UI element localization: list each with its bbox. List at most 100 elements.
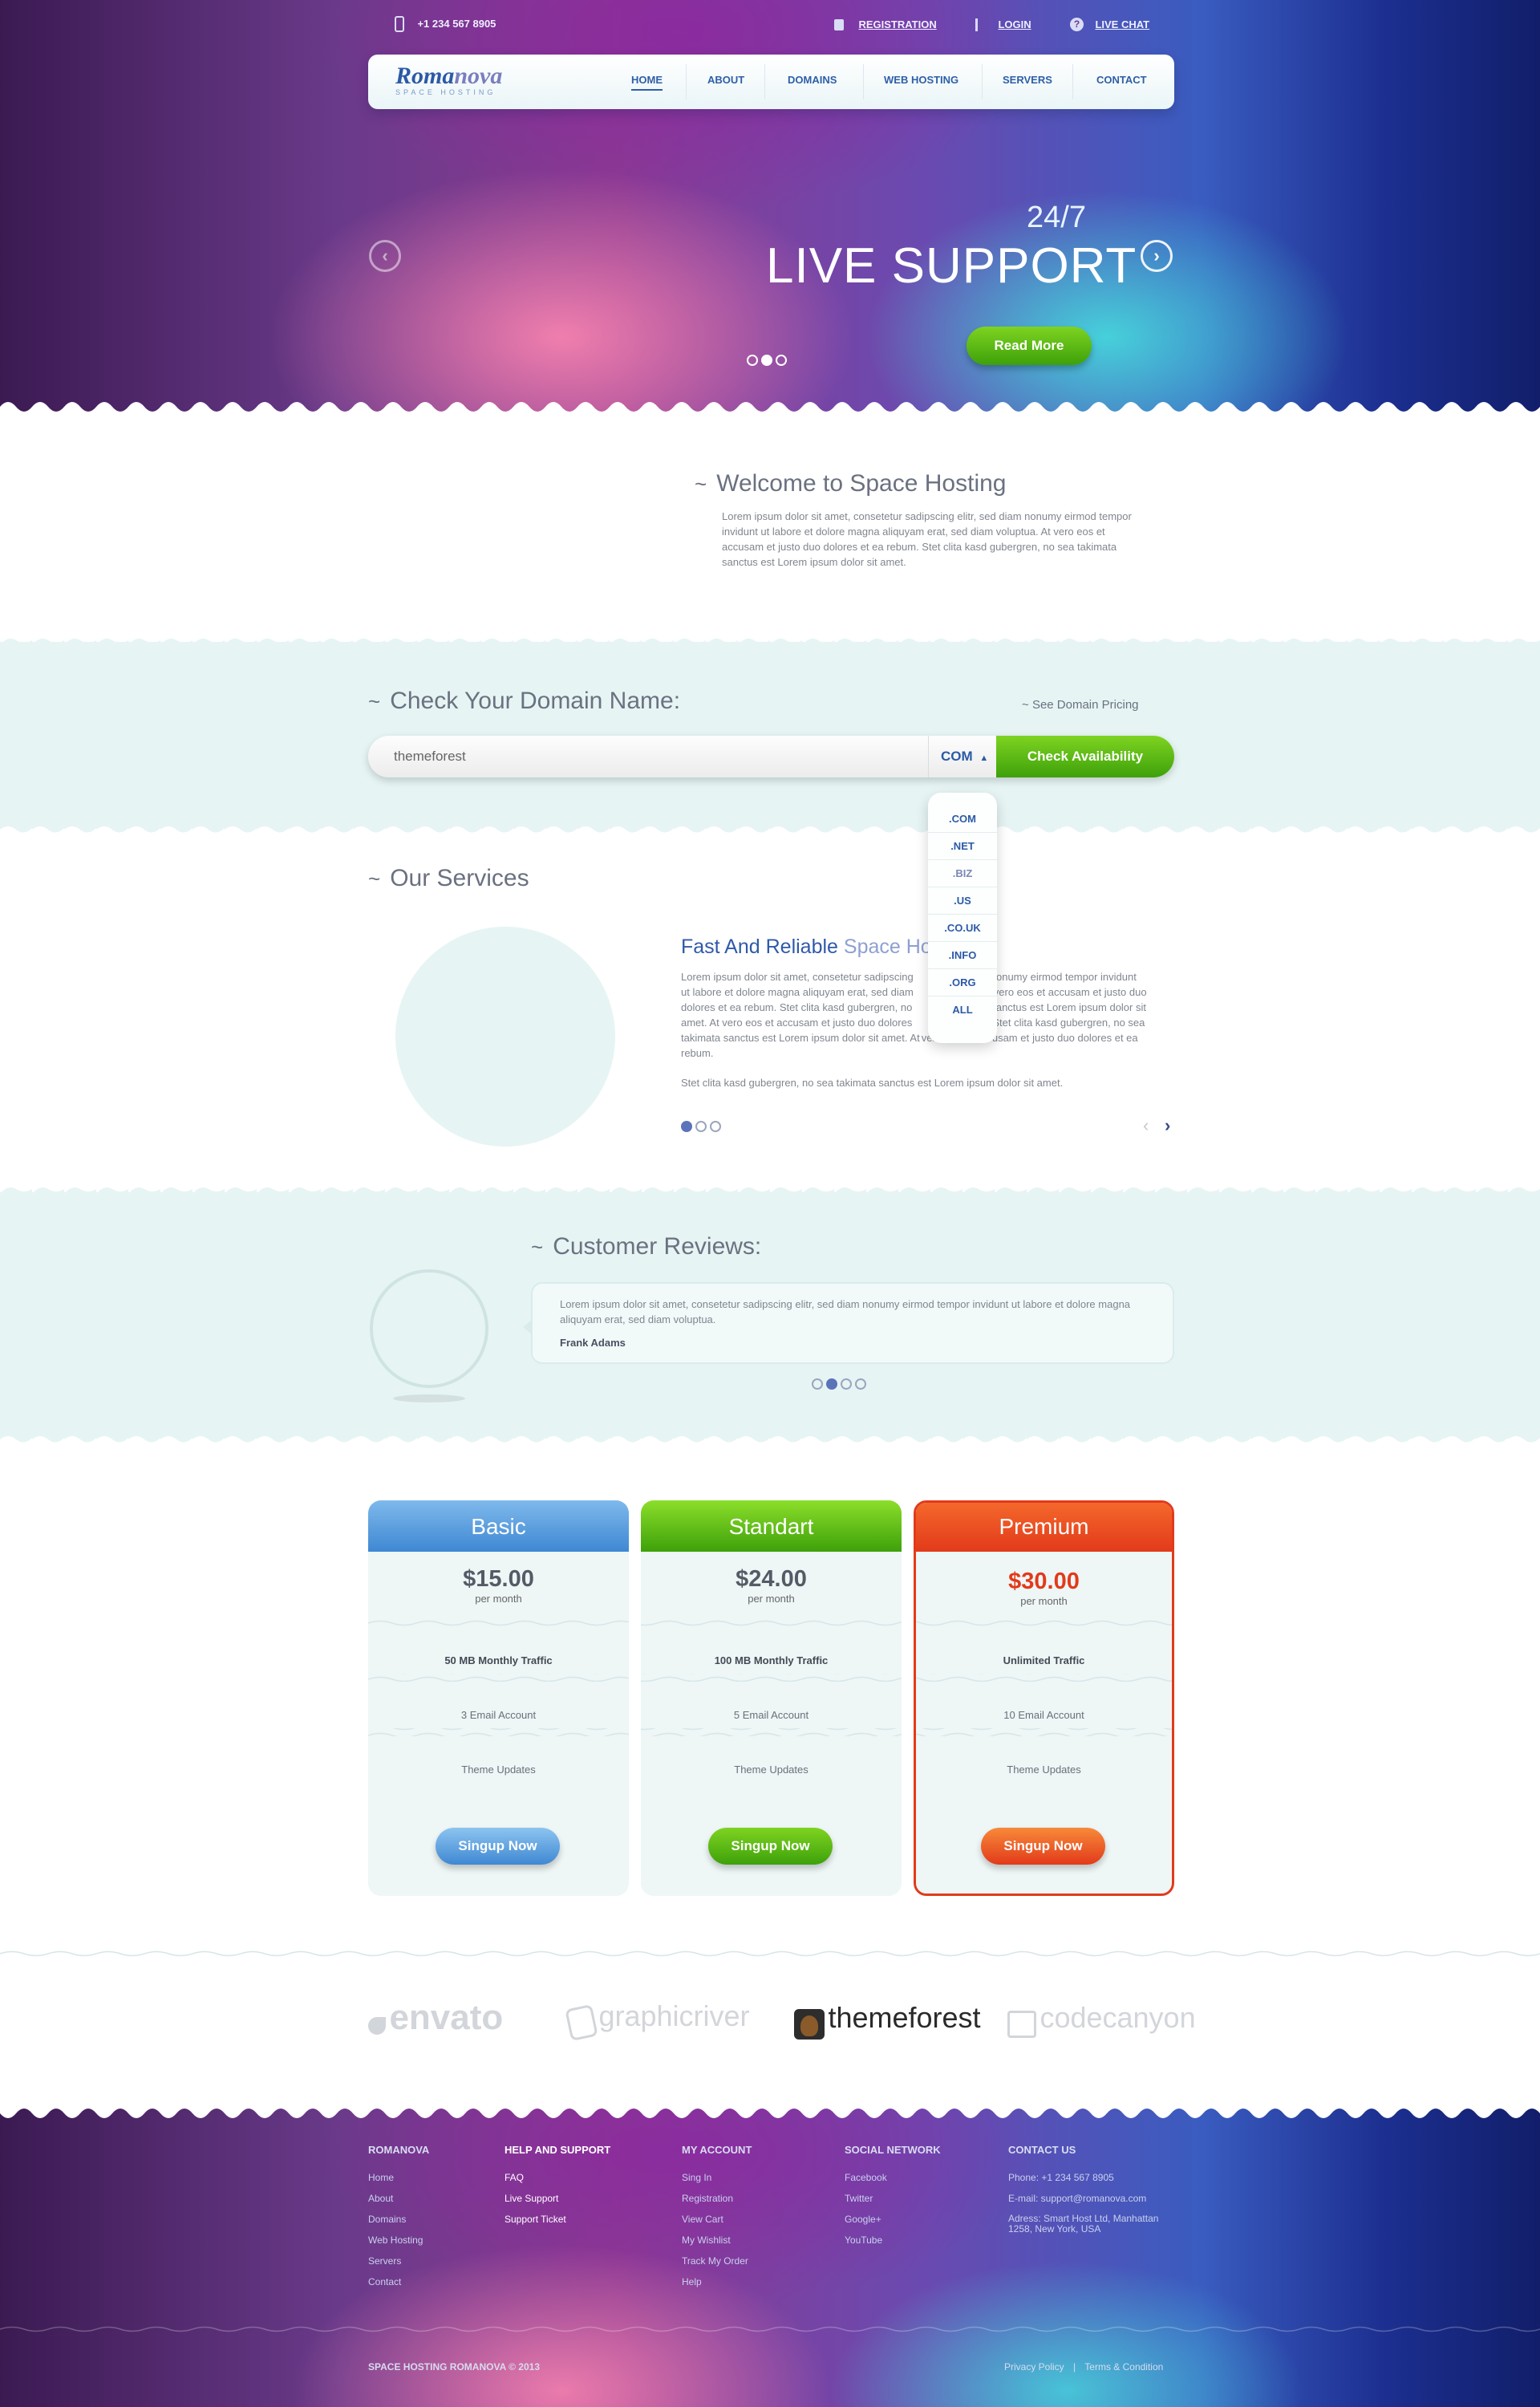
tld-dropdown: .COM .NET .BIZ .US .CO.UK .INFO .ORG ALL xyxy=(928,793,997,1043)
footer-link[interactable]: Contact xyxy=(368,2271,496,2292)
tld-option-biz[interactable]: .BIZ xyxy=(928,860,997,887)
tld-option-com[interactable]: .COM xyxy=(928,806,997,833)
chevron-right-icon[interactable]: › xyxy=(1141,240,1173,272)
partner-themeforest[interactable]: themeforest xyxy=(794,2001,981,2040)
pager-dot[interactable] xyxy=(710,1121,721,1132)
band-wave-bottom xyxy=(0,825,1540,836)
signup-button[interactable]: Singup Now xyxy=(981,1828,1105,1865)
slide-dot[interactable] xyxy=(747,355,758,366)
bubble-tail xyxy=(523,1319,533,1335)
nav-item-contact[interactable]: CONTACT xyxy=(1096,74,1147,86)
nav-item-home[interactable]: HOME xyxy=(631,74,663,91)
login-link[interactable]: LOGIN xyxy=(975,18,1031,32)
privacy-policy-link[interactable]: Privacy Policy xyxy=(1004,2361,1064,2372)
logo[interactable]: Romanova SPACE HOSTING xyxy=(395,63,502,96)
nav-item-servers[interactable]: SERVERS xyxy=(1003,74,1052,86)
slide-dot[interactable] xyxy=(776,355,787,366)
hero-subtitle: 24/7 xyxy=(1027,201,1086,234)
pager-dot[interactable] xyxy=(812,1378,823,1390)
tld-option-us[interactable]: .US xyxy=(928,887,997,915)
nav-divider xyxy=(982,64,983,99)
signup-button[interactable]: Singup Now xyxy=(436,1828,560,1865)
footer-link[interactable]: My Wishlist xyxy=(682,2230,826,2251)
footer-legal-links: Privacy Policy | Terms & Condition xyxy=(1004,2361,1163,2372)
partner-codecanyon[interactable]: codecanyon xyxy=(1007,2001,1196,2038)
signup-button[interactable]: Singup Now xyxy=(708,1828,833,1865)
footer-column-help: HELP AND SUPPORT FAQ Live Support Suppor… xyxy=(505,2144,665,2230)
pager-dot[interactable] xyxy=(855,1378,866,1390)
footer-link[interactable]: Sing In xyxy=(682,2167,826,2188)
plan-updates: Theme Updates xyxy=(1007,1764,1081,1776)
footer-link[interactable]: Home xyxy=(368,2167,496,2188)
welcome-title: Welcome to Space Hosting xyxy=(716,470,1007,497)
plan-price: $15.00 xyxy=(463,1566,534,1592)
login-label: LOGIN xyxy=(998,18,1031,30)
tld-option-info[interactable]: .INFO xyxy=(928,942,997,969)
pager-dot[interactable] xyxy=(841,1378,852,1390)
see-domain-pricing-link[interactable]: ~ See Domain Pricing xyxy=(1022,698,1139,712)
footer-link[interactable]: About xyxy=(368,2188,496,2209)
partner-envato[interactable]: envato xyxy=(368,1998,503,2038)
pager-dot-active[interactable] xyxy=(826,1378,837,1390)
check-availability-button[interactable]: Check Availability xyxy=(996,736,1174,777)
read-more-button[interactable]: Read More xyxy=(967,327,1092,365)
pager-dot[interactable] xyxy=(695,1121,707,1132)
footer-column-romanova: ROMANOVA Home About Domains Web Hosting … xyxy=(368,2144,496,2292)
footer-link[interactable]: Live Support xyxy=(505,2188,665,2209)
terms-link[interactable]: Terms & Condition xyxy=(1084,2361,1163,2372)
chevron-left-icon[interactable]: ‹ xyxy=(1143,1115,1149,1136)
tld-option-all[interactable]: ALL xyxy=(928,996,997,1024)
footer-link[interactable]: Google+ xyxy=(845,2209,989,2230)
chevron-left-icon[interactable]: ‹ xyxy=(369,240,401,272)
tld-option-org[interactable]: .ORG xyxy=(928,969,997,996)
service-heading: Fast And Reliable Space Ho xyxy=(681,936,932,959)
registration-link[interactable]: REGISTRATION xyxy=(834,18,937,32)
footer-wave-line xyxy=(0,2325,1540,2333)
domain-search-input[interactable] xyxy=(383,736,912,777)
slide-dot-active[interactable] xyxy=(761,355,772,366)
pager-dot-active[interactable] xyxy=(681,1121,692,1132)
footer-link[interactable]: YouTube xyxy=(845,2230,989,2251)
plan-period: per month xyxy=(475,1593,522,1605)
tld-select[interactable]: COM ▲ xyxy=(941,749,988,765)
footer-link[interactable]: Twitter xyxy=(845,2188,989,2209)
nav-divider xyxy=(686,64,687,99)
footer-link[interactable]: Help xyxy=(682,2271,826,2292)
footer-column-contact: CONTACT US Phone: +1 234 567 8905 E-mail… xyxy=(1008,2144,1177,2234)
footer-link[interactable]: Support Ticket xyxy=(505,2209,665,2230)
tld-option-net[interactable]: .NET xyxy=(928,833,997,860)
footer-link[interactable]: View Cart xyxy=(682,2209,826,2230)
live-chat-link[interactable]: ? LIVE CHAT xyxy=(1070,18,1149,32)
review-author: Frank Adams xyxy=(560,1337,626,1349)
envato-leaf-icon xyxy=(368,2016,386,2035)
tilde-icon: ~ xyxy=(368,867,381,891)
service-text-para2: Stet clita kasd gubergren, no sea takima… xyxy=(681,1077,1064,1089)
footer-link[interactable]: Registration xyxy=(682,2188,826,2209)
nav-item-web-hosting[interactable]: WEB HOSTING xyxy=(884,74,958,86)
chevron-right-icon[interactable]: › xyxy=(1165,1115,1170,1136)
copyright: SPACE HOSTING ROMANOVA © 2013 xyxy=(368,2361,540,2372)
footer-link[interactable]: FAQ xyxy=(505,2167,665,2188)
partner-name: envato xyxy=(389,1998,504,2037)
plan-updates: Theme Updates xyxy=(734,1764,808,1776)
footer-link[interactable]: Web Hosting xyxy=(368,2230,496,2251)
nav-item-about[interactable]: ABOUT xyxy=(707,74,744,86)
nav-item-domains[interactable]: DOMAINS xyxy=(788,74,837,86)
tilde-icon: ~ xyxy=(1022,698,1032,712)
partner-graphicriver[interactable]: graphicriver xyxy=(565,1999,750,2041)
footer-link[interactable]: Track My Order xyxy=(682,2251,826,2271)
footer-link[interactable]: Domains xyxy=(368,2209,496,2230)
footer-link[interactable]: Servers xyxy=(368,2251,496,2271)
nav-divider xyxy=(863,64,864,99)
footer-email: E-mail: support@romanova.com xyxy=(1008,2193,1147,2204)
tld-option-couk[interactable]: .CO.UK xyxy=(928,915,997,942)
services-heading: ~ Our Services xyxy=(368,865,529,892)
tilde-icon: ~ xyxy=(531,1235,544,1259)
reviews-heading: ~ Customer Reviews: xyxy=(531,1233,761,1260)
reviews-pager xyxy=(812,1378,869,1394)
service-text-line: rebum. xyxy=(681,1047,714,1059)
caret-up-icon: ▲ xyxy=(979,753,989,763)
lock-icon xyxy=(834,18,844,30)
partner-name: codecanyon xyxy=(1040,2001,1196,2034)
footer-link[interactable]: Facebook xyxy=(845,2167,989,2188)
